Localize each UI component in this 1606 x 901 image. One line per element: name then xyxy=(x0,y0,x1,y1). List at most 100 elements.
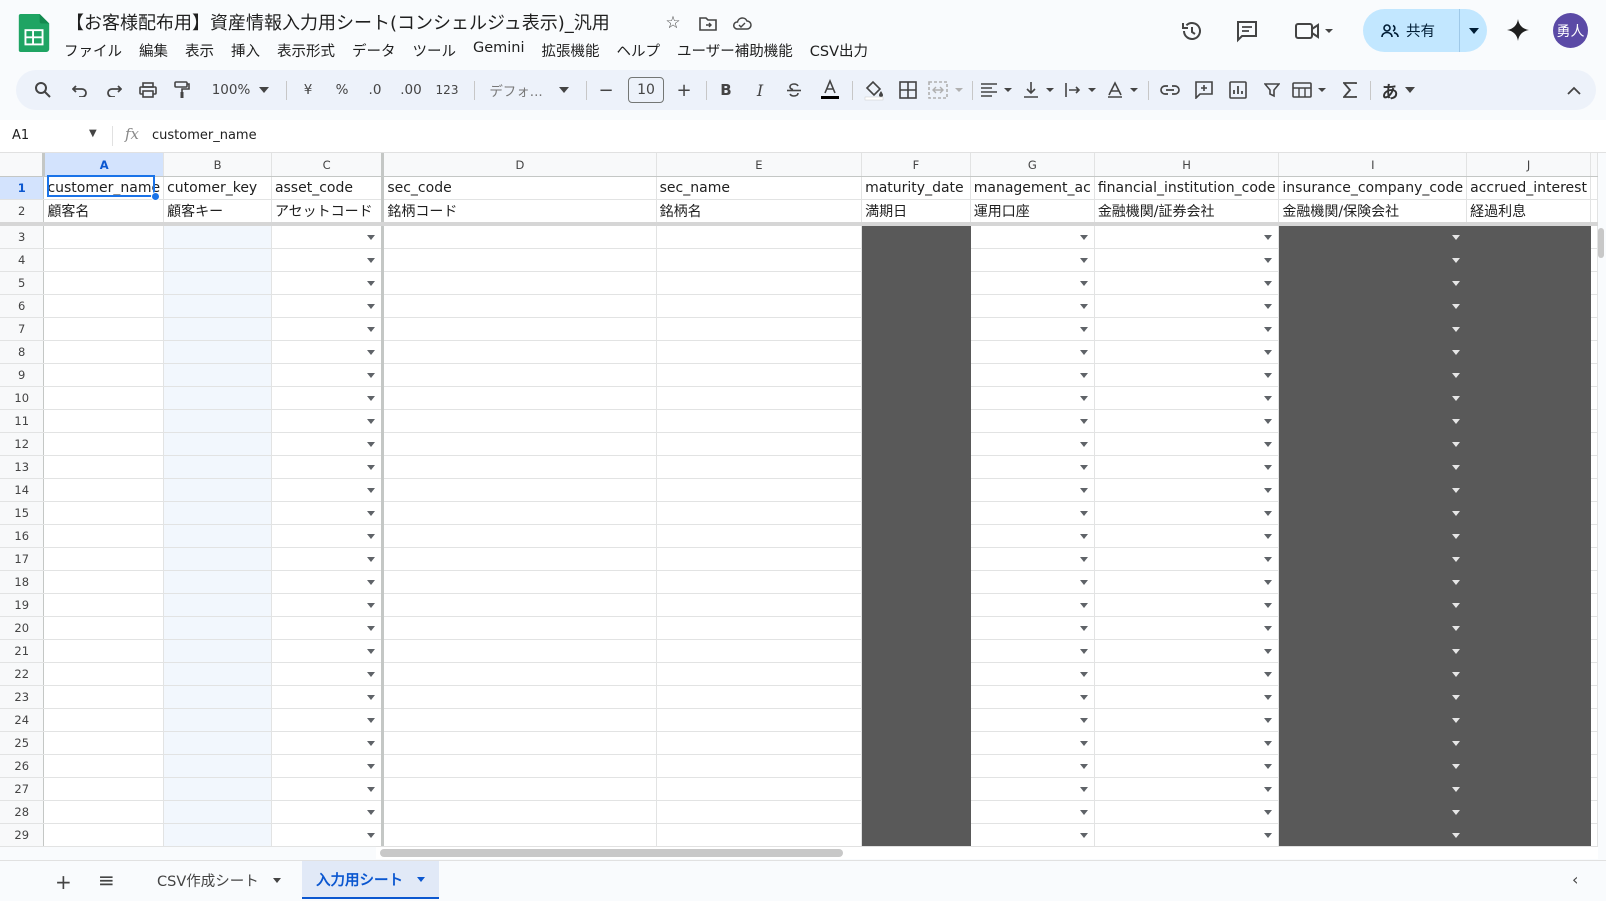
cell-overflow[interactable] xyxy=(1590,708,1598,732)
cell-i17[interactable] xyxy=(1278,547,1468,571)
cell-j14[interactable] xyxy=(1466,478,1591,502)
column-header-b[interactable]: B xyxy=(163,153,272,177)
dropdown-arrow-icon[interactable] xyxy=(1264,258,1273,263)
dropdown-arrow-icon[interactable] xyxy=(1264,304,1273,309)
cell-d28[interactable] xyxy=(382,800,657,824)
select-all-corner[interactable] xyxy=(0,153,46,177)
cell-g11[interactable] xyxy=(970,409,1095,433)
cell-d16[interactable] xyxy=(382,524,657,548)
cell-d6[interactable] xyxy=(382,294,657,318)
cell-g5[interactable] xyxy=(970,271,1095,295)
cell-a23[interactable] xyxy=(43,685,165,709)
cell-d9[interactable] xyxy=(382,363,657,387)
cell-b8[interactable] xyxy=(163,340,272,364)
menu-data[interactable]: データ xyxy=(352,40,396,61)
cell-i23[interactable] xyxy=(1278,685,1468,709)
bold-button[interactable]: B xyxy=(714,70,738,110)
dropdown-arrow-icon[interactable] xyxy=(367,580,376,585)
dropdown-arrow-icon[interactable] xyxy=(1452,626,1461,631)
dropdown-arrow-icon[interactable] xyxy=(1264,488,1273,493)
cell-f2[interactable]: 満期日 xyxy=(861,199,971,226)
dropdown-arrow-icon[interactable] xyxy=(1452,327,1461,332)
dropdown-arrow-icon[interactable] xyxy=(1452,764,1461,769)
insert-comment-icon[interactable] xyxy=(1190,70,1218,110)
dropdown-arrow-icon[interactable] xyxy=(1079,373,1088,378)
cell-h5[interactable] xyxy=(1094,271,1280,295)
account-avatar[interactable]: 勇人 xyxy=(1553,13,1588,48)
cell-f20[interactable] xyxy=(861,616,971,640)
dropdown-arrow-icon[interactable] xyxy=(367,281,376,286)
dropdown-arrow-icon[interactable] xyxy=(1079,741,1088,746)
cell-overflow[interactable] xyxy=(1590,593,1598,617)
row-header[interactable]: 8 xyxy=(0,340,45,364)
cell-g8[interactable] xyxy=(970,340,1095,364)
cell-i1[interactable]: insurance_company_code xyxy=(1278,176,1468,200)
column-header-c[interactable]: C xyxy=(271,153,385,177)
menu-edit[interactable]: 編集 xyxy=(139,40,168,61)
cell-a24[interactable] xyxy=(43,708,165,732)
cell-b21[interactable] xyxy=(163,639,272,663)
dropdown-arrow-icon[interactable] xyxy=(367,511,376,516)
fill-color-icon[interactable] xyxy=(860,70,888,110)
cell-i8[interactable] xyxy=(1278,340,1468,364)
cell-g3[interactable] xyxy=(970,224,1095,249)
menu-format[interactable]: 表示形式 xyxy=(277,40,335,61)
cell-overflow[interactable] xyxy=(1590,248,1598,272)
dropdown-arrow-icon[interactable] xyxy=(1079,396,1088,401)
cell-overflow[interactable] xyxy=(1590,455,1598,479)
cell-overflow[interactable] xyxy=(1590,409,1598,433)
cell-c20[interactable] xyxy=(271,616,385,640)
cell-b10[interactable] xyxy=(163,386,272,410)
row-header[interactable]: 25 xyxy=(0,731,45,755)
filter-views-icon[interactable] xyxy=(1290,70,1330,110)
cell-a29[interactable] xyxy=(43,823,165,847)
row-header[interactable]: 2 xyxy=(0,199,45,226)
cell-i11[interactable] xyxy=(1278,409,1468,433)
row-header[interactable]: 9 xyxy=(0,363,45,387)
dropdown-arrow-icon[interactable] xyxy=(1452,373,1461,378)
dropdown-arrow-icon[interactable] xyxy=(367,442,376,447)
cell-h15[interactable] xyxy=(1094,501,1280,525)
dropdown-arrow-icon[interactable] xyxy=(367,258,376,263)
cell-g18[interactable] xyxy=(970,570,1095,594)
cell-overflow[interactable] xyxy=(1590,731,1598,755)
cell-j5[interactable] xyxy=(1466,271,1591,295)
cell-f1[interactable]: maturity_date xyxy=(861,176,971,200)
cell-a3[interactable] xyxy=(43,224,165,249)
dropdown-arrow-icon[interactable] xyxy=(1079,764,1088,769)
cell-e4[interactable] xyxy=(656,248,863,272)
cell-c27[interactable] xyxy=(271,777,385,801)
cell-i7[interactable] xyxy=(1278,317,1468,341)
cell-c5[interactable] xyxy=(271,271,385,295)
cell-b3[interactable] xyxy=(163,224,272,249)
dropdown-arrow-icon[interactable] xyxy=(367,465,376,470)
dropdown-arrow-icon[interactable] xyxy=(1264,810,1273,815)
cell-a1[interactable]: customer_name xyxy=(43,176,165,200)
dropdown-arrow-icon[interactable] xyxy=(1264,396,1273,401)
dropdown-arrow-icon[interactable] xyxy=(1079,810,1088,815)
font-select[interactable]: デフォ... xyxy=(482,70,550,110)
dropdown-arrow-icon[interactable] xyxy=(1079,442,1088,447)
cell-g12[interactable] xyxy=(970,432,1095,456)
row-header[interactable]: 4 xyxy=(0,248,45,272)
cell-e7[interactable] xyxy=(656,317,863,341)
cell-f3[interactable] xyxy=(861,224,971,249)
cell-b23[interactable] xyxy=(163,685,272,709)
cell-g9[interactable] xyxy=(970,363,1095,387)
functions-icon[interactable] xyxy=(1336,70,1364,110)
cell-j27[interactable] xyxy=(1466,777,1591,801)
strikethrough-icon[interactable] xyxy=(782,70,806,110)
cell-j1[interactable]: accrued_interest xyxy=(1466,176,1591,200)
cell-overflow[interactable] xyxy=(1590,224,1598,249)
menu-gemini[interactable]: Gemini xyxy=(473,40,525,61)
percent-format-button[interactable]: % xyxy=(330,70,354,110)
cell-a25[interactable] xyxy=(43,731,165,755)
cell-c28[interactable] xyxy=(271,800,385,824)
cell-j4[interactable] xyxy=(1466,248,1591,272)
cell-i21[interactable] xyxy=(1278,639,1468,663)
cell-overflow[interactable] xyxy=(1590,685,1598,709)
font-size-value[interactable]: 10 xyxy=(628,77,664,103)
cell-e1[interactable]: sec_name xyxy=(656,176,863,200)
cell-c10[interactable] xyxy=(271,386,385,410)
cell-j11[interactable] xyxy=(1466,409,1591,433)
